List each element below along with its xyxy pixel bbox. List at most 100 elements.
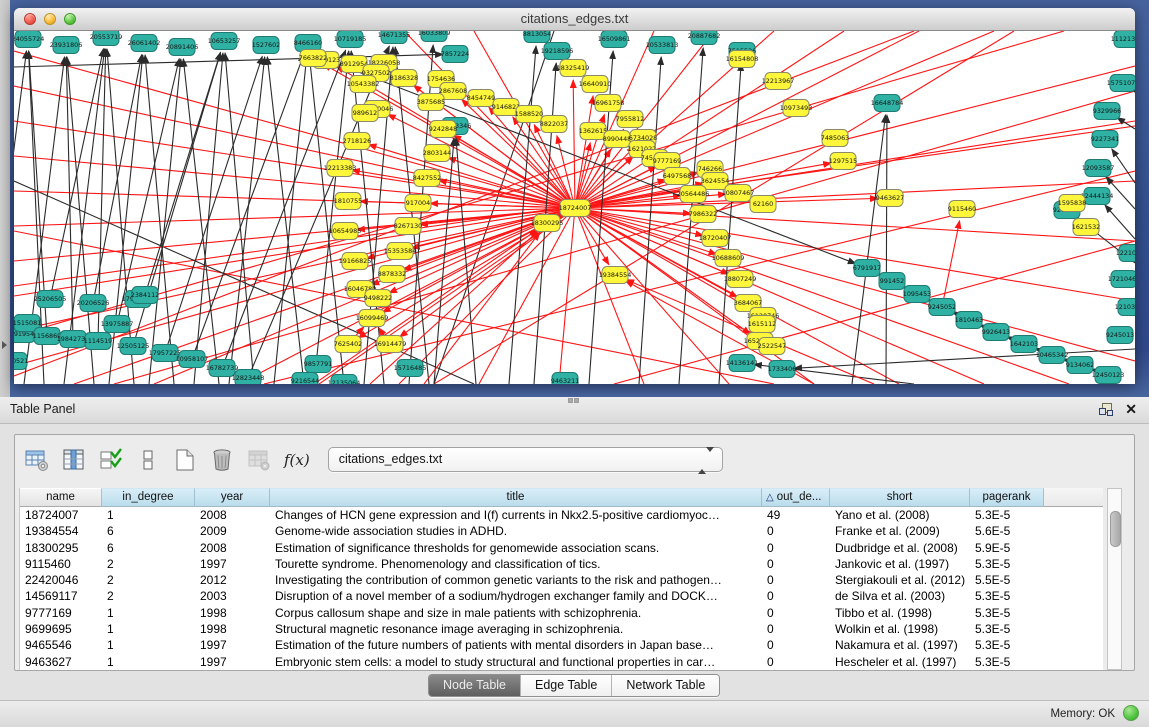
table-cell[interactable]: 1998 [195, 621, 270, 637]
network-node[interactable]: 19218596 [541, 43, 574, 60]
network-node[interactable]: 14136141 [726, 355, 759, 372]
table-cell[interactable]: Tibbo et al. (1998) [830, 605, 970, 621]
network-node[interactable]: 2803144 [423, 145, 451, 162]
network-node[interactable]: 19384554 [599, 267, 632, 284]
table-cell[interactable]: 0 [762, 572, 830, 588]
table-cell[interactable]: 2 [102, 556, 195, 572]
table-cell[interactable]: 5.6E-5 [970, 523, 1044, 539]
network-node[interactable]: 7485063 [821, 130, 849, 147]
network-node[interactable]: 1810755 [334, 193, 362, 210]
table-cell[interactable]: 5.3E-5 [970, 637, 1044, 653]
network-node[interactable]: 8267130 [394, 218, 422, 235]
network-node[interactable]: 24055724 [14, 31, 44, 48]
scrollbar-thumb[interactable] [1110, 511, 1121, 547]
network-node[interactable]: 23931806 [50, 37, 83, 54]
network-node[interactable]: 18720407 [699, 230, 732, 247]
delete-column-trash-icon[interactable] [207, 445, 237, 475]
network-node[interactable]: 8186328 [390, 70, 418, 87]
table-row[interactable]: 911546021997Tourette syndrome. Phenomeno… [20, 556, 1103, 572]
table-cell[interactable]: Yano et al. (2008) [830, 507, 970, 523]
float-window-icon[interactable] [1099, 403, 1113, 416]
column-header-title[interactable]: title [270, 488, 762, 507]
network-node[interactable]: 9245013 [1106, 327, 1134, 344]
network-node[interactable]: 9216544 [291, 373, 319, 385]
network-node[interactable]: 13975887 [101, 316, 134, 333]
network-node[interactable]: 1095453 [903, 286, 931, 303]
table-cell[interactable]: Estimation of the future numbers of pati… [270, 637, 762, 653]
network-node[interactable]: 1733406 [768, 361, 796, 378]
table-cell[interactable]: 0 [762, 540, 830, 556]
network-node[interactable]: 9134062 [1066, 357, 1094, 374]
table-row[interactable]: 1830029562008Estimation of significance … [20, 540, 1103, 556]
expand-panel-arrow-icon[interactable] [2, 341, 7, 349]
table-cell[interactable]: 2008 [195, 507, 270, 523]
network-node[interactable]: 20206526 [77, 295, 110, 312]
function-builder-icon[interactable]: f(x) [284, 451, 310, 469]
table-cell[interactable]: 2009 [195, 523, 270, 539]
column-header-short[interactable]: short [830, 488, 970, 507]
network-node[interactable]: 7857224 [441, 46, 469, 63]
table-cell[interactable]: Changes of HCN gene expression and I(f) … [270, 507, 762, 523]
table-row[interactable]: 1872400712008Changes of HCN gene express… [20, 507, 1103, 523]
network-node[interactable]: 16640910 [579, 76, 612, 93]
network-node[interactable]: 9857791 [304, 356, 332, 373]
network-node[interactable]: 2522547 [758, 338, 786, 355]
table-cell[interactable]: Franke et al. (2009) [830, 523, 970, 539]
network-node[interactable]: 16033809 [418, 31, 451, 42]
column-header-year[interactable]: year [195, 488, 270, 507]
table-row[interactable]: 1456911722003Disruption of a novel membe… [20, 588, 1103, 604]
network-node[interactable]: 20891406 [166, 39, 199, 56]
network-node[interactable]: 25206505 [34, 291, 67, 308]
network-node[interactable]: 12213967 [762, 73, 795, 90]
network-node[interactable]: 9115460 [948, 201, 976, 218]
network-node[interactable]: 20553719 [90, 31, 123, 46]
network-node[interactable]: 15751074 [1107, 75, 1135, 92]
table-row[interactable]: 1938455462009Genome-wide association stu… [20, 523, 1103, 539]
table-cell[interactable]: 49 [762, 507, 830, 523]
network-node[interactable]: 9777169 [653, 153, 681, 170]
table-selector-dropdown[interactable]: citations_edges.txt [328, 447, 723, 472]
network-node[interactable]: 12505125 [117, 338, 150, 355]
network-node[interactable]: 917004 [405, 195, 431, 212]
network-node[interactable]: 1621532 [1072, 219, 1100, 236]
network-node[interactable]: 16961758 [592, 95, 625, 112]
network-node[interactable]: 6497568 [663, 168, 691, 185]
network-node[interactable]: 1297515 [829, 153, 857, 170]
network-node[interactable]: 1527602 [252, 37, 280, 54]
network-node[interactable]: 9329966 [1093, 103, 1121, 120]
table-cell[interactable]: Jankovic et al. (1997) [830, 556, 970, 572]
table-cell[interactable]: 2003 [195, 588, 270, 604]
network-node[interactable]: 10973493 [780, 100, 813, 117]
network-node[interactable]: 16154808 [726, 51, 759, 68]
network-node[interactable]: 9498222 [364, 290, 392, 307]
show-columns-icon[interactable] [59, 445, 89, 475]
tab-network-table[interactable]: Network Table [612, 675, 719, 696]
table-cell[interactable]: Stergiakouli et al. (2012) [830, 572, 970, 588]
table-panel-header[interactable]: Table Panel ✕ [0, 397, 1149, 424]
table-row[interactable]: 946362711997Embryonic stem cells: a mode… [20, 654, 1103, 670]
row-format-icon[interactable] [133, 445, 163, 475]
table-cell[interactable]: 2008 [195, 540, 270, 556]
table-vertical-scrollbar[interactable] [1107, 488, 1122, 670]
table-cell[interactable]: 5.3E-5 [970, 621, 1044, 637]
table-row[interactable]: 977716911998Corpus callosum shape and si… [20, 605, 1103, 621]
table-cell[interactable]: 1 [102, 605, 195, 621]
network-node[interactable]: 9463211 [551, 373, 579, 385]
table-cell[interactable]: Estimation of significance thresholds fo… [270, 540, 762, 556]
table-cell[interactable]: 1 [102, 621, 195, 637]
table-row[interactable]: 2242004622012Investigating the contribut… [20, 572, 1103, 588]
network-node[interactable]: 9242848 [429, 121, 457, 138]
table-cell[interactable]: 9465546 [20, 637, 102, 653]
table-cell[interactable]: 0 [762, 654, 830, 670]
network-node[interactable]: 12210344 [1116, 245, 1135, 262]
table-cell[interactable]: 5.9E-5 [970, 540, 1044, 556]
network-node[interactable]: 20887682 [688, 31, 721, 45]
table-cell[interactable]: 5.3E-5 [970, 507, 1044, 523]
network-view-canvas[interactable]: 2405572423931806205537192606140220891406… [14, 31, 1135, 384]
table-cell[interactable]: Tourette syndrome. Phenomenology and cla… [270, 556, 762, 572]
network-node[interactable]: 15353584 [384, 243, 417, 260]
network-node[interactable]: 7625402 [334, 336, 362, 353]
network-node[interactable]: 62160 [750, 196, 776, 213]
tab-edge-table[interactable]: Edge Table [521, 675, 612, 696]
table-cell[interactable]: Corpus callosum shape and size in male p… [270, 605, 762, 621]
